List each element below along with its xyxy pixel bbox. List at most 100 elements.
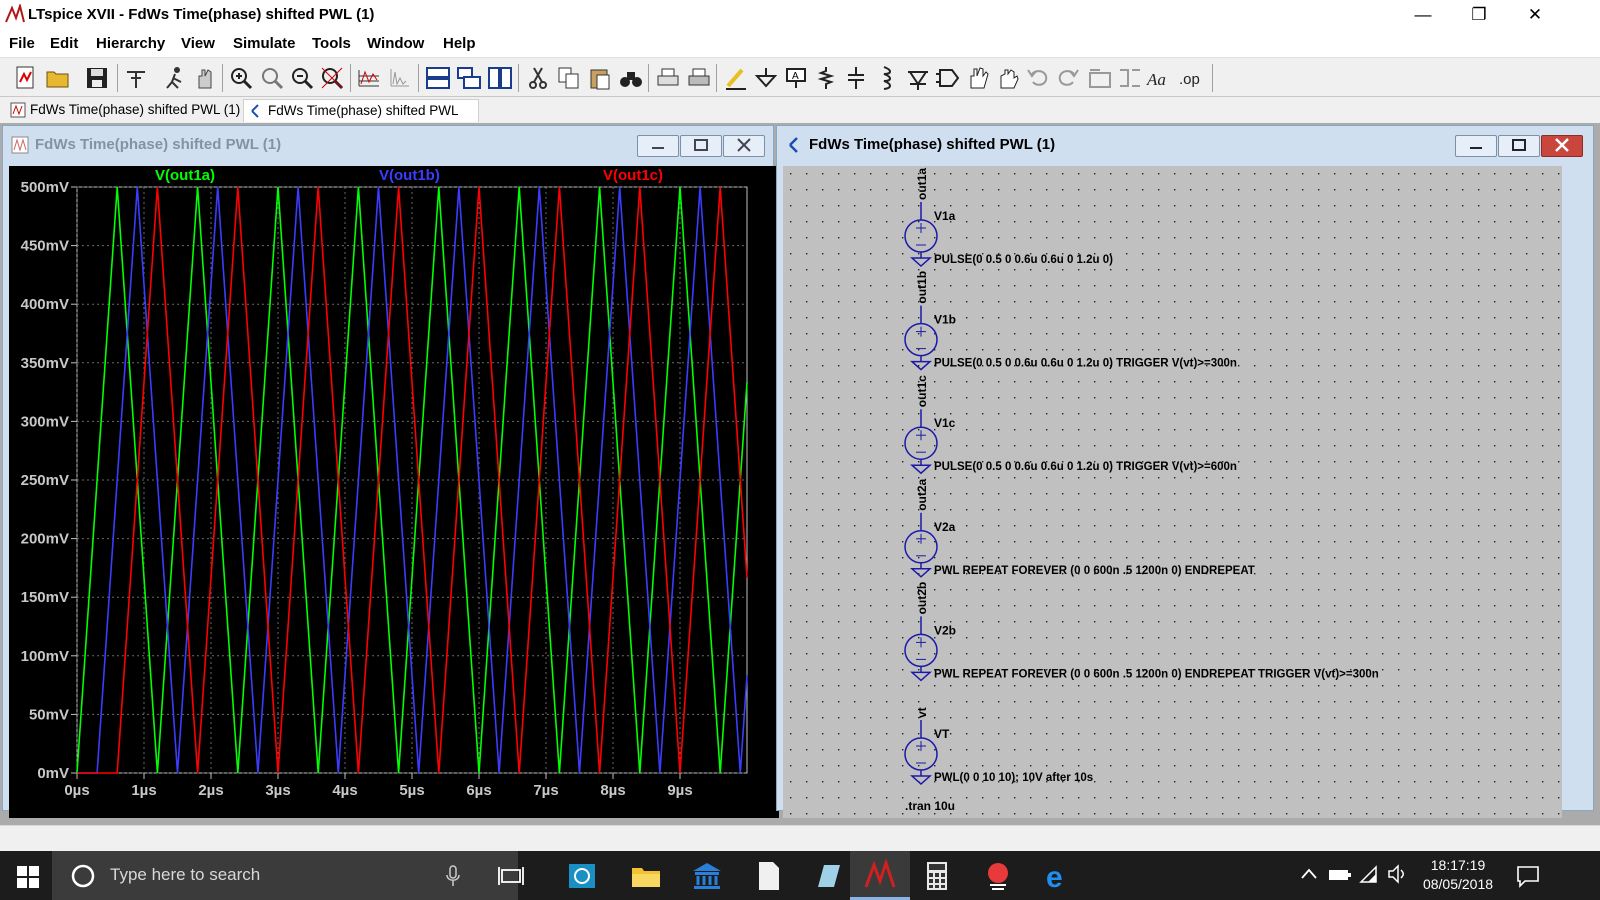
action-center-icon[interactable] [1515, 864, 1541, 888]
source-name[interactable]: VT [934, 727, 950, 741]
source-name[interactable]: V1a [934, 209, 956, 223]
child-minimize-button[interactable] [1455, 135, 1497, 157]
pan-icon[interactable] [258, 64, 286, 92]
edge-browser-icon[interactable]: e [1041, 859, 1077, 893]
spice-directive-icon[interactable]: .op [1176, 64, 1204, 92]
net-label[interactable]: out1c [915, 375, 929, 407]
battery-icon[interactable] [1328, 867, 1352, 883]
source-value[interactable]: PWL REPEAT FOREVER (0 0 600n .5 1200n 0)… [934, 565, 1255, 577]
diode-icon[interactable] [904, 64, 932, 92]
net-label[interactable]: vt [915, 707, 929, 718]
mirror-icon[interactable] [1116, 64, 1144, 92]
halt-icon[interactable] [191, 64, 219, 92]
rotate-icon[interactable] [1086, 64, 1114, 92]
tab-waveform[interactable]: FdWs Time(phase) shifted PWL (1) [6, 99, 242, 122]
menu-tools[interactable]: Tools [312, 35, 351, 52]
waveform-plot-svg[interactable]: 500mV 450mV 400mV 350mV 300mV 250mV 200mV 150mV… [9, 166, 779, 818]
snipping-tool-icon[interactable] [980, 859, 1016, 893]
drag-hand-icon[interactable] [994, 64, 1022, 92]
undo-icon[interactable] [1024, 64, 1052, 92]
save-icon[interactable] [83, 64, 111, 92]
file-explorer-icon[interactable] [628, 859, 664, 893]
waveform-window-titlebar[interactable]: FdWs Time(phase) shifted PWL (1) [3, 126, 773, 162]
source-value[interactable]: PWL(0 0 10 10); 10V after 10s [934, 772, 1093, 784]
zoom-in-icon[interactable] [227, 64, 255, 92]
source-value[interactable]: PULSE(0 0.5 0 0.6u 0.6u 0 1.2u 0) TRIGGE… [934, 461, 1237, 473]
schematic-canvas[interactable]: out1a V1a PULSE(0 0.5 0 0.6u 0.6u 0 1.2u 0… [783, 166, 1562, 818]
calculator-icon[interactable] [919, 859, 955, 893]
run-icon[interactable] [161, 64, 189, 92]
print-setup-icon[interactable] [654, 64, 682, 92]
label-net-icon[interactable]: A [782, 64, 810, 92]
component-icon[interactable] [934, 64, 962, 92]
cut-icon[interactable] [524, 64, 552, 92]
trace-label-out1a[interactable]: V(out1a) [155, 167, 215, 184]
taskbar-search-box[interactable]: Type here to search [52, 851, 518, 900]
source-name[interactable]: V2a [934, 520, 956, 534]
menu-window[interactable]: Window [367, 35, 424, 52]
net-label[interactable]: out1b [915, 271, 929, 304]
redo-icon[interactable] [1054, 64, 1082, 92]
capacitor-icon[interactable] [842, 64, 870, 92]
paste-icon[interactable] [586, 64, 614, 92]
menu-view[interactable]: View [181, 35, 215, 52]
maximize-button[interactable]: ❐ [1456, 0, 1502, 30]
menu-hierarchy[interactable]: Hierarchy [96, 35, 165, 52]
show-hidden-icons-icon[interactable] [1300, 867, 1318, 881]
copy-icon[interactable] [555, 64, 583, 92]
minimize-button[interactable]: — [1400, 0, 1446, 30]
child-close-button[interactable] [723, 135, 765, 157]
open-folder-icon[interactable] [44, 64, 72, 92]
draw-wire-icon[interactable] [722, 64, 750, 92]
taskbar-ltspice-active[interactable] [850, 851, 910, 900]
windows-start-icon[interactable] [17, 866, 39, 888]
document-icon[interactable] [750, 859, 786, 893]
wifi-icon[interactable] [1358, 863, 1380, 885]
trace-label-out1b[interactable]: V(out1b) [379, 167, 440, 184]
photos-app-icon[interactable] [564, 859, 600, 893]
move-hand-icon[interactable] [964, 64, 992, 92]
task-view-icon[interactable] [493, 859, 529, 893]
zoom-fit-icon[interactable] [318, 64, 346, 92]
source-name[interactable]: V1c [934, 416, 956, 430]
child-maximize-button[interactable] [680, 135, 722, 157]
find-icon[interactable] [617, 64, 645, 92]
source-value[interactable]: PULSE(0 0.5 0 0.6u 0.6u 0 1.2u 0) [934, 254, 1113, 266]
text-icon[interactable]: Aa [1146, 64, 1174, 92]
child-maximize-button[interactable] [1498, 135, 1540, 157]
schematic-window[interactable]: FdWs Time(phase) shifted PWL (1) out1a V1… [776, 125, 1594, 818]
child-minimize-button[interactable] [637, 135, 679, 157]
control-panel-icon[interactable] [122, 64, 150, 92]
inductor-icon[interactable] [872, 64, 900, 92]
zoom-out-icon[interactable] [288, 64, 316, 92]
source-value[interactable]: PWL REPEAT FOREVER (0 0 600n .5 1200n 0)… [934, 668, 1379, 680]
print-icon[interactable] [685, 64, 713, 92]
close-button[interactable]: ✕ [1512, 0, 1558, 30]
trace-label-out1c[interactable]: V(out1c) [603, 167, 663, 184]
notepad-icon[interactable] [810, 859, 846, 893]
net-label[interactable]: out1a [915, 168, 929, 200]
source-value[interactable]: PULSE(0 0.5 0 0.6u 0.6u 0 1.2u 0) TRIGGE… [934, 358, 1237, 370]
taskbar-clock[interactable]: 18:17:19 08/05/2018 [1413, 857, 1503, 892]
tran-directive[interactable]: .tran 10u [905, 799, 955, 813]
child-close-button[interactable] [1541, 135, 1583, 157]
source-name[interactable]: V2b [934, 623, 956, 637]
menu-file[interactable]: File [9, 35, 35, 52]
tab-schematic[interactable]: FdWs Time(phase) shifted PWL (1) [243, 99, 479, 139]
schematic-canvas-svg[interactable]: out1a V1a PULSE(0 0.5 0 0.6u 0.6u 0 1.2u 0… [783, 166, 1562, 818]
autorange-icon[interactable] [355, 64, 383, 92]
menu-simulate[interactable]: Simulate [233, 35, 296, 52]
tile-horizontal-icon[interactable] [424, 64, 452, 92]
net-label[interactable]: out2a [915, 478, 929, 510]
source-name[interactable]: V1b [934, 313, 956, 327]
net-label[interactable]: out2b [915, 582, 929, 615]
resistor-icon[interactable] [812, 64, 840, 92]
bank-app-icon[interactable] [689, 859, 725, 893]
menu-help[interactable]: Help [443, 35, 476, 52]
fft-icon[interactable] [386, 64, 414, 92]
microphone-icon[interactable] [446, 865, 460, 887]
new-schematic-icon[interactable] [12, 64, 40, 92]
waveform-window[interactable]: FdWs Time(phase) shifted PWL (1) 500mV 45… [2, 125, 779, 818]
ground-icon[interactable] [752, 64, 780, 92]
schematic-window-titlebar[interactable]: FdWs Time(phase) shifted PWL (1) [777, 126, 1593, 162]
